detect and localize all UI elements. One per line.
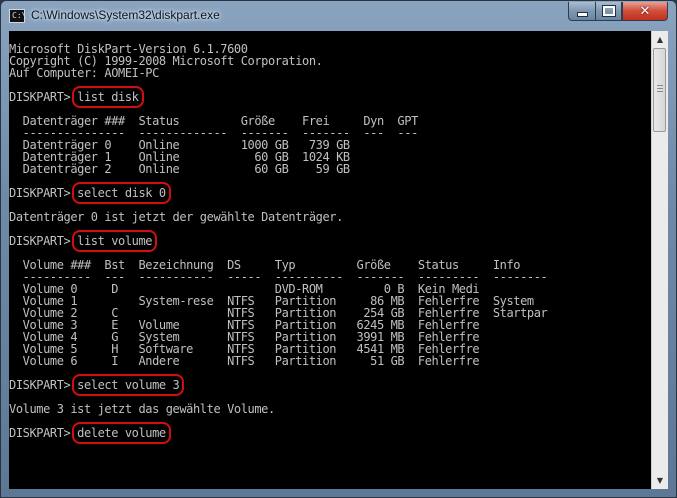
scroll-up-icon[interactable]: ▲ <box>652 31 668 48</box>
vertical-scrollbar[interactable]: ▲ ▼ <box>651 31 668 489</box>
console-output[interactable]: Microsoft DiskPart-Version 6.1.7600 Copyr… <box>9 31 651 489</box>
scroll-thumb[interactable] <box>653 48 666 132</box>
scroll-down-icon[interactable]: ▼ <box>652 472 668 489</box>
console-line: Volume 3 ist jetzt das gewählte Volume. <box>9 402 275 416</box>
prompt-line: DISKPART> delete volume <box>9 422 547 444</box>
prompt-text: DISKPART> <box>9 426 78 440</box>
prompt-line: DISKPART> select volume 3 <box>9 374 547 396</box>
prompt-line: DISKPART> list volume <box>9 230 547 252</box>
caption-buttons: ✕ <box>568 2 668 22</box>
console-icon-glyph: C:\ <box>12 11 27 20</box>
console-line: Volume 6 I Andere NTFS Partition 51 GB F… <box>9 354 480 368</box>
command-text: list disk <box>72 86 144 108</box>
console-line: Datenträger 2 Online 60 GB 59 GB <box>9 162 351 176</box>
window-title: C:\Windows\System32\diskpart.exe <box>31 8 220 22</box>
minimize-icon <box>576 11 588 17</box>
command-text: select volume 3 <box>72 374 185 396</box>
maximize-button[interactable] <box>595 2 622 21</box>
prompt-line: DISKPART> list disk <box>9 86 547 108</box>
command-text: select disk 0 <box>72 182 171 204</box>
prompt-line: DISKPART> select disk 0 <box>9 182 547 204</box>
command-text: delete volume <box>72 422 171 444</box>
close-button[interactable]: ✕ <box>622 2 668 21</box>
maximize-icon <box>601 5 616 17</box>
console-lines: Microsoft DiskPart-Version 6.1.7600 Copyr… <box>9 43 548 444</box>
prompt-text: DISKPART> <box>9 90 78 104</box>
console-line: Datenträger 0 ist jetzt der gewählte Dat… <box>9 210 343 224</box>
prompt-text: DISKPART> <box>9 378 78 392</box>
console-window: C:\ C:\Windows\System32\diskpart.exe ✕ M… <box>0 0 677 498</box>
minimize-button[interactable] <box>568 2 595 21</box>
scroll-grip-icon <box>657 85 663 94</box>
close-icon: ✕ <box>639 3 651 19</box>
command-text: list volume <box>72 230 158 252</box>
prompt-text: DISKPART> <box>9 186 78 200</box>
title-bar[interactable]: C:\ C:\Windows\System32\diskpart.exe ✕ <box>1 1 676 31</box>
console-icon[interactable]: C:\ <box>9 9 27 23</box>
console-line: Auf Computer: AOMEI-PC <box>9 66 159 80</box>
prompt-text: DISKPART> <box>9 234 78 248</box>
